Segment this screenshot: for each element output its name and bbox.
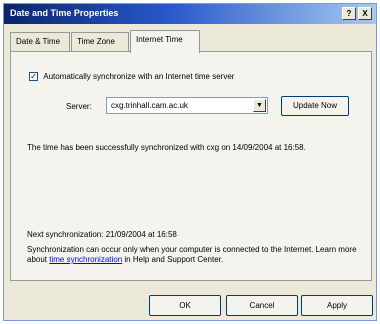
title-bar[interactable]: Date and Time Properties ? X <box>4 4 376 24</box>
auto-sync-row[interactable]: ✓ Automatically synchronize with an Inte… <box>29 72 234 82</box>
server-value[interactable]: cxg.trinhall.cam.ac.uk <box>111 101 188 110</box>
help-button[interactable]: ? <box>342 7 356 20</box>
auto-sync-label[interactable]: Automatically synchronize with an Intern… <box>43 72 234 81</box>
tab-strip: Date & Time Time Zone Internet Time <box>10 30 370 53</box>
auto-sync-checkbox[interactable]: ✓ <box>29 72 38 82</box>
internet-time-panel: ✓ Automatically synchronize with an Inte… <box>10 51 372 281</box>
update-now-button[interactable]: Update Now <box>281 96 349 116</box>
time-sync-help-link[interactable]: time synchronization <box>49 255 122 264</box>
sync-note: Synchronization can occur only when your… <box>27 245 365 265</box>
tab-time-zone[interactable]: Time Zone <box>71 32 129 51</box>
window-title: Date and Time Properties <box>10 8 119 18</box>
date-time-properties-dialog: Date and Time Properties ? X Date & Time… <box>3 3 377 321</box>
next-sync-text: Next synchronization: 21/09/2004 at 16:5… <box>27 230 177 239</box>
sync-status-message: The time has been successfully synchroni… <box>27 143 306 152</box>
chevron-down-icon[interactable]: ▼ <box>253 99 266 112</box>
tab-date-time[interactable]: Date & Time <box>10 32 70 51</box>
server-label: Server: <box>66 102 92 111</box>
tab-internet-time[interactable]: Internet Time <box>130 30 200 53</box>
ok-button[interactable]: OK <box>149 295 221 316</box>
server-combobox[interactable]: cxg.trinhall.cam.ac.uk ▼ <box>106 97 268 114</box>
apply-button[interactable]: Apply <box>301 295 373 316</box>
cancel-button[interactable]: Cancel <box>226 295 298 316</box>
sync-note-text-end: in Help and Support Center. <box>122 255 224 264</box>
close-button[interactable]: X <box>358 7 372 20</box>
